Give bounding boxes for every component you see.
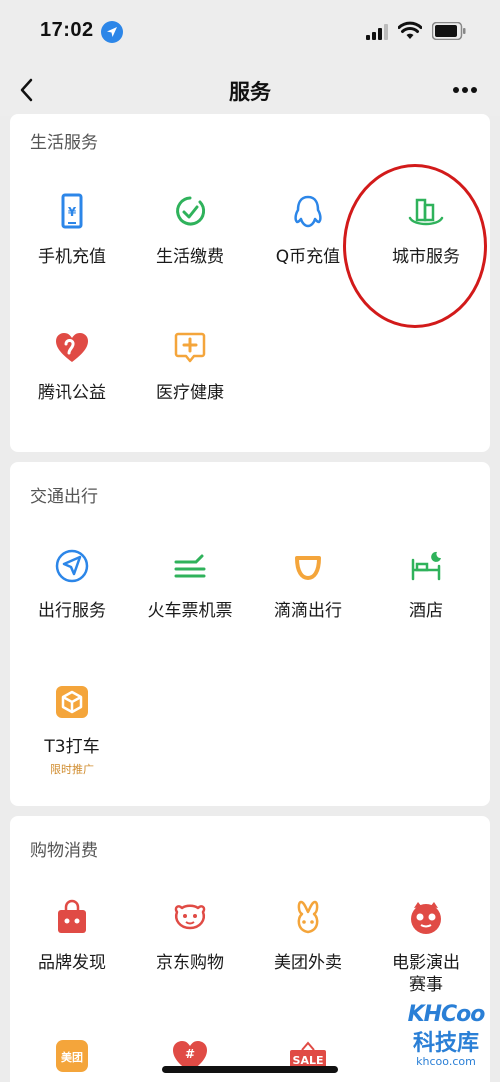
service-phone-recharge[interactable]: ¥ 手机充值 [14,192,130,268]
wifi-icon [398,21,422,39]
service-movie-show[interactable]: 电影演出 赛事 [368,898,484,996]
service-label: 京东购物 [156,953,224,973]
watermark-name: 科技库 [412,1031,479,1056]
promo-tag: 限时推广 [50,763,94,776]
service-label: T3打车 [44,737,100,757]
qq-coin-icon [294,195,322,228]
hotel-bed-icon [411,551,441,581]
service-t3-taxi[interactable]: T3打车 限时推广 [14,682,130,777]
service-label: 火车票机票 [147,601,233,621]
brand-discovery-icon [58,899,86,933]
service-meituan[interactable]: 美团 [14,1036,130,1076]
section-transport: 交通出行 出行服务 火车票机票 滴滴出行 酒店 T3打车 限时推广 [10,462,490,806]
service-label-line2: 赛事 [409,975,443,995]
meituan-icon: 美团 [56,1040,88,1072]
city-service-icon [408,198,444,226]
section-title: 交通出行 [30,487,98,507]
svg-text:¥: ¥ [68,205,77,219]
section-life-services: 生活服务 ¥ 手机充值 生活缴费 Q币充值 城市服务 腾讯公益 医疗健康 [10,114,490,452]
service-medical[interactable]: 医疗健康 [132,328,248,404]
service-utility-payment[interactable]: 生活缴费 [132,192,248,268]
didi-icon [295,556,321,580]
meituan-logo-text: 美团 [61,1050,83,1064]
watermark-logo: KHCoo [407,1002,486,1027]
battery-icon [432,22,466,40]
more-options-icon[interactable] [452,86,478,94]
service-label: 美团外卖 [274,953,342,973]
service-label: 品牌发现 [38,953,106,973]
service-travel[interactable]: 出行服务 [14,546,130,622]
service-label: 城市服务 [392,247,460,267]
service-charity[interactable]: 腾讯公益 [14,328,130,404]
phone-recharge-icon: ¥ [61,193,83,229]
movie-show-icon [411,902,441,934]
page-title: 服务 [229,80,271,104]
jd-shopping-icon [174,904,206,930]
service-label: 酒店 [409,601,443,621]
service-label: 出行服务 [38,601,106,621]
status-time: 17:02 [40,19,94,41]
service-label: Q币充值 [275,247,341,267]
section-title: 购物消费 [30,841,98,861]
service-hotel[interactable]: 酒店 [368,546,484,622]
nav-bar: 服务 [0,64,500,116]
train-flight-ticket-icon [174,554,206,578]
status-bar: 17:02 [0,0,500,64]
service-label: 生活缴费 [156,247,224,267]
service-jd-shopping[interactable]: 京东购物 [132,898,248,974]
charity-heart-icon [56,333,88,362]
section-title: 生活服务 [30,133,98,153]
service-city[interactable]: 城市服务 [368,192,484,268]
location-arrow-icon [101,21,123,43]
pinduoduo-logo-text: # [185,1047,195,1061]
service-didi[interactable]: 滴滴出行 [250,546,366,622]
service-label: 腾讯公益 [38,383,106,403]
service-label: 手机充值 [38,247,106,267]
cellular-signal-icon [366,24,388,40]
service-qq-coin[interactable]: Q币充值 [250,192,366,268]
service-label-line1: 电影演出 [392,953,460,973]
watermark: KHCoo 科技库 khcoo.com [398,1002,494,1080]
service-train-flight[interactable]: 火车票机票 [132,546,248,622]
home-indicator[interactable] [162,1066,338,1073]
meituan-waimai-icon [297,900,319,934]
t3-taxi-icon [56,686,88,718]
service-brand-discovery[interactable]: 品牌发现 [14,898,130,974]
service-meituan-waimai[interactable]: 美团外卖 [250,898,366,974]
travel-service-icon [55,549,89,583]
utility-payment-icon [176,196,206,226]
medical-health-icon [174,332,206,363]
service-label: 医疗健康 [156,383,224,403]
service-label: 滴滴出行 [274,601,342,621]
